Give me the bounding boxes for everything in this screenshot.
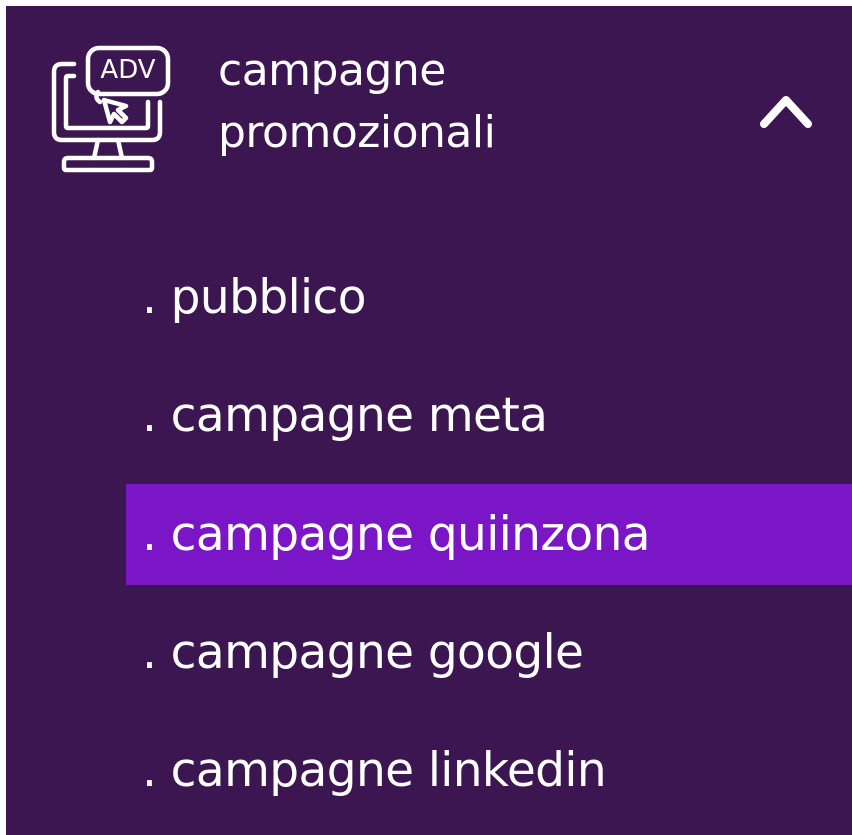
submenu-item-label: . campagne linkedin [142,743,607,798]
menu-header-campagne-promozionali[interactable]: ADV campagne promozionali [6,6,852,211]
sidebar-panel: ADV campagne promozionali . pubblico . c… [6,6,852,835]
submenu-item-campagne-linkedin[interactable]: . campagne linkedin [126,720,852,821]
svg-text:ADV: ADV [100,55,155,85]
submenu-item-label: . campagne meta [142,388,548,443]
menu-title: campagne promozionali [218,40,738,164]
submenu-list: . pubblico . campagne meta . campagne qu… [126,247,852,821]
menu-title-line-1: campagne [218,45,446,96]
menu-title-line-2: promozionali [218,107,496,158]
submenu-item-campagne-quiinzona[interactable]: . campagne quiinzona [126,484,852,585]
submenu-item-label: . campagne google [142,625,584,680]
chevron-up-icon[interactable] [756,86,816,132]
submenu-item-campagne-meta[interactable]: . campagne meta [126,365,852,483]
adv-label: ADV [100,55,155,85]
submenu-item-label: . pubblico [142,270,366,325]
submenu-item-campagne-google[interactable]: . campagne google [126,602,852,720]
submenu-item-label: . campagne quiinzona [142,507,651,562]
submenu-item-pubblico[interactable]: . pubblico [126,247,852,365]
